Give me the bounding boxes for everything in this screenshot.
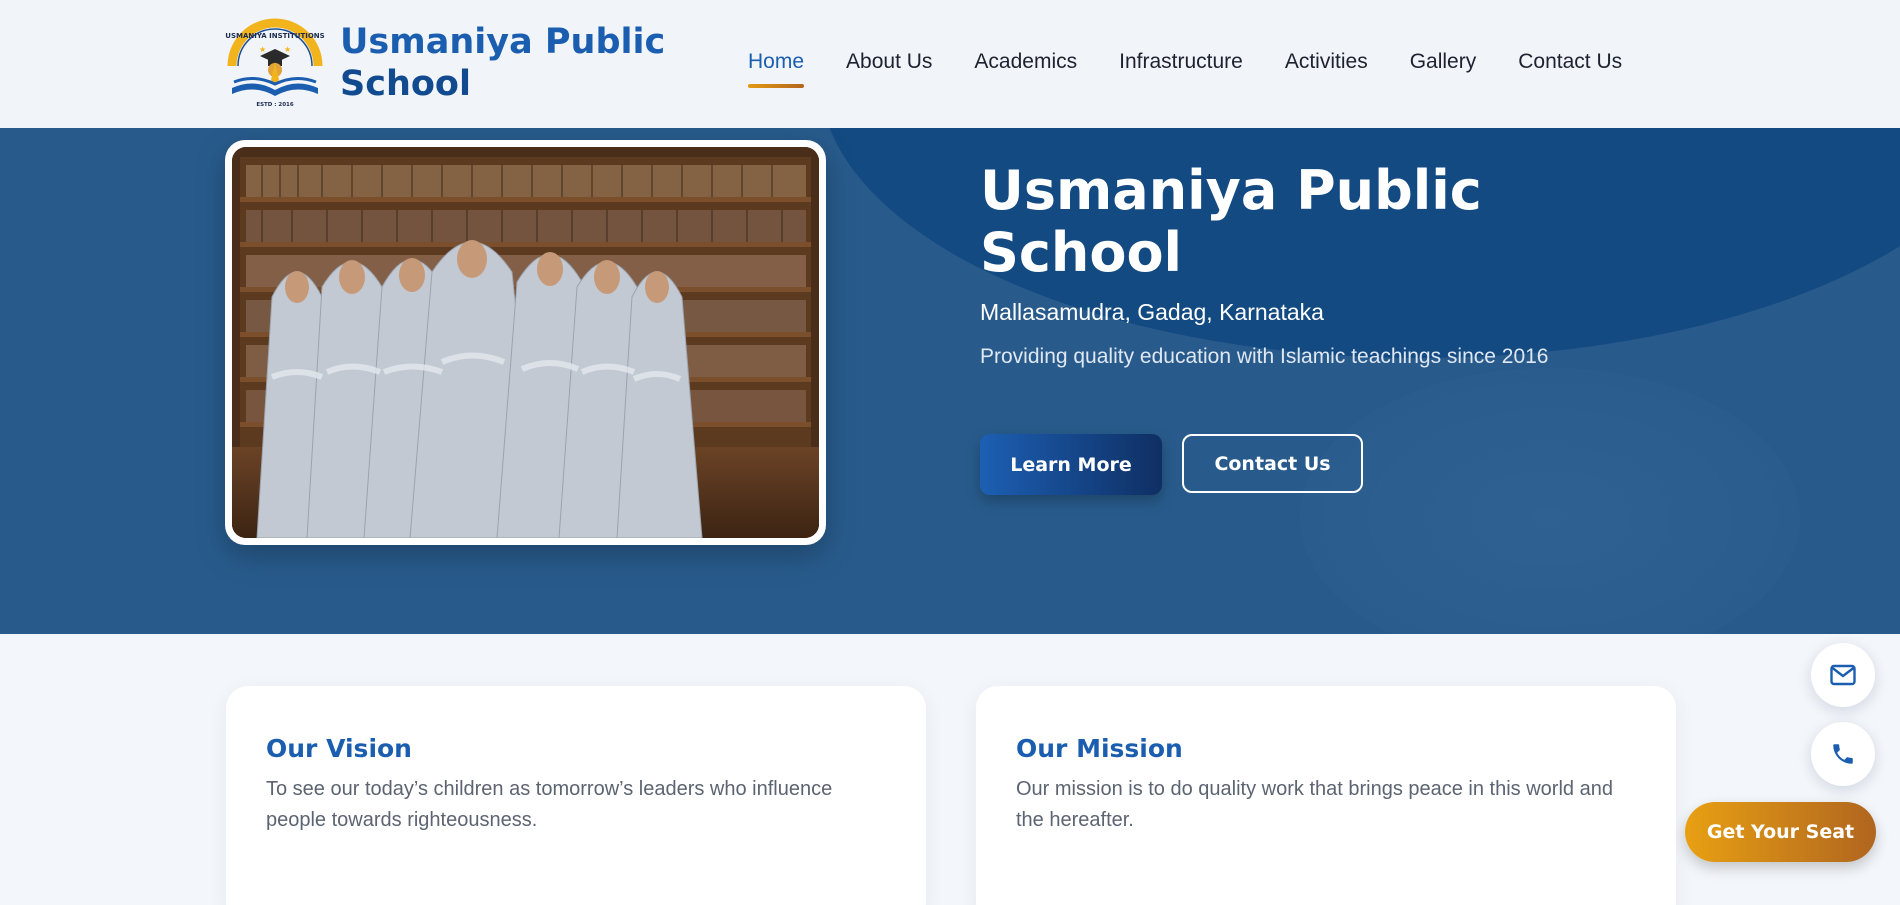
mission-card: Our Mission Our mission is to do quality… [976, 686, 1676, 905]
get-your-seat-button[interactable]: Get Your Seat [1685, 802, 1876, 862]
hero-title: Usmaniya Public School [980, 160, 1500, 284]
nav-academics[interactable]: Academics [974, 50, 1077, 74]
hero-photo-frame [225, 140, 826, 545]
school-logo[interactable]: USMANIYA INSTITUTIONS ★ ★ ESTD : 2016 [224, 18, 326, 110]
students-illustration [232, 147, 819, 538]
vision-card: Our Vision To see our today’s children a… [226, 686, 926, 905]
nav-gallery[interactable]: Gallery [1410, 50, 1477, 74]
phone-float-button[interactable] [1811, 722, 1875, 786]
brand-line-1: Usmaniya Public [340, 22, 666, 62]
mission-title: Our Mission [1016, 734, 1183, 763]
nav-activities[interactable]: Activities [1285, 50, 1368, 74]
svg-text:USMANIYA INSTITUTIONS: USMANIYA INSTITUTIONS [225, 32, 324, 40]
mission-text: Our mission is to do quality work that b… [1016, 778, 1613, 831]
mail-icon [1830, 664, 1856, 686]
nav-home[interactable]: Home [748, 50, 805, 88]
nav-about-us[interactable]: About Us [846, 50, 932, 74]
hero-location: Mallasamudra, Gadag, Karnataka [980, 299, 1324, 325]
hero-glow-decoration [1300, 368, 1800, 634]
main-nav: Home About Us Academics Infrastructure A… [748, 50, 1664, 88]
hero-title-line-2: School [980, 221, 1183, 284]
learn-more-button[interactable]: Learn More [980, 434, 1162, 495]
nav-contact-us[interactable]: Contact Us [1518, 50, 1622, 74]
brand-name[interactable]: Usmaniya Public School [340, 21, 670, 105]
svg-text:★: ★ [284, 45, 291, 54]
vision-text: To see our today’s children as tomorrow’… [266, 778, 833, 831]
hero-description: Providing quality education with Islamic… [980, 345, 1549, 368]
students-photo [232, 147, 819, 538]
hero-section: Usmaniya Public School Mallasamudra, Gad… [0, 128, 1900, 634]
email-float-button[interactable] [1811, 643, 1875, 707]
svg-text:ESTD : 2016: ESTD : 2016 [256, 102, 294, 108]
site-header: USMANIYA INSTITUTIONS ★ ★ ESTD : 2016 Us… [0, 0, 1900, 128]
hero-title-line-1: Usmaniya Public [980, 159, 1482, 222]
nav-infrastructure[interactable]: Infrastructure [1119, 50, 1243, 74]
svg-text:★: ★ [259, 45, 266, 54]
brand-line-2: School [340, 64, 471, 104]
vision-title: Our Vision [266, 734, 412, 763]
contact-us-button[interactable]: Contact Us [1182, 434, 1363, 493]
phone-icon [1833, 744, 1853, 764]
